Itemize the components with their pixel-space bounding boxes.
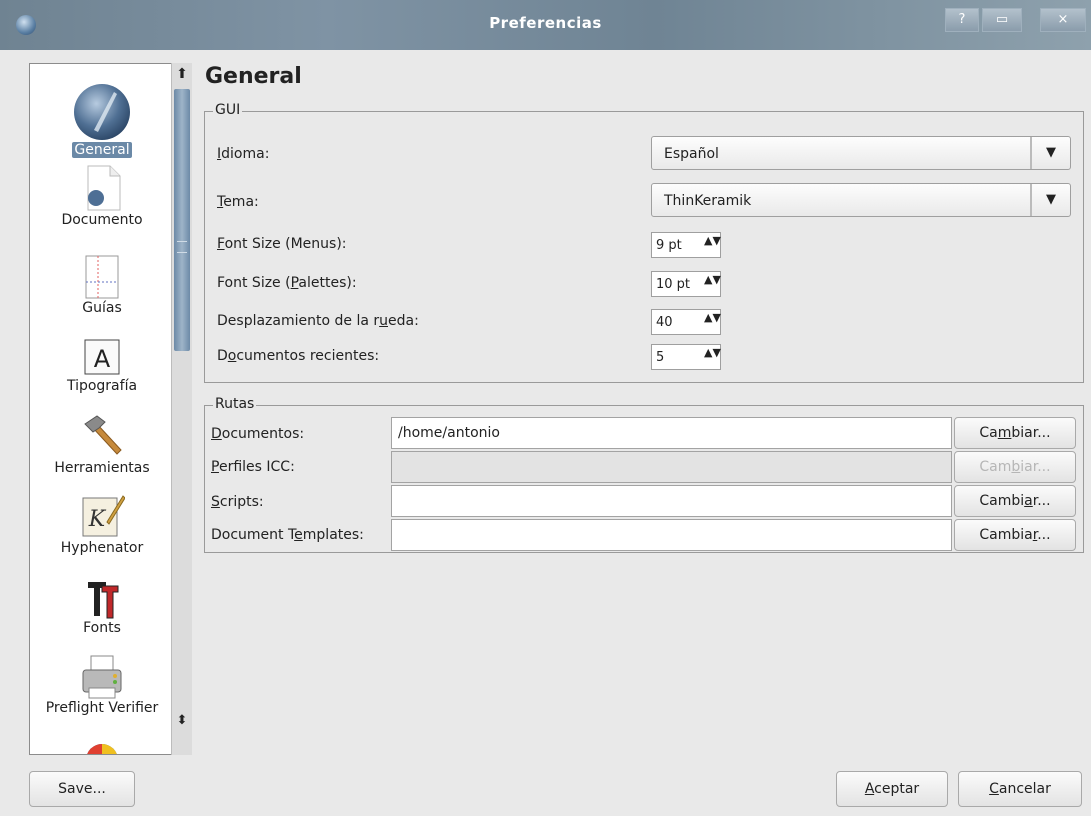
chevron-down-icon: ▼ — [1030, 184, 1070, 216]
font-menus-label: Font Size (Menus): — [217, 236, 347, 252]
document-icon — [87, 165, 121, 211]
recent-spinbox[interactable]: 5 ▲▼ — [651, 344, 721, 370]
templates-change-button[interactable]: Cambiar... — [954, 519, 1076, 551]
sidebar-item-documento[interactable]: Documento — [30, 164, 174, 228]
spin-arrows-icon[interactable]: ▲▼ — [704, 235, 721, 254]
scroll-grip — [177, 241, 187, 253]
category-sidebar: General Documento Guías A Tipografía Her… — [29, 63, 192, 755]
save-button[interactable]: Save... — [29, 771, 135, 807]
font-palettes-spinbox[interactable]: 10 pt ▲▼ — [651, 271, 721, 297]
sidebar-item-label: Guías — [82, 300, 122, 316]
guides-icon — [85, 255, 119, 299]
hyphenator-icon: K — [82, 495, 125, 537]
spin-arrows-icon[interactable]: ▲▼ — [704, 347, 721, 366]
general-icon — [74, 84, 130, 140]
sidebar-item-label: Preflight Verifier — [45, 700, 159, 716]
scripts-change-button[interactable]: Cambiar... — [954, 485, 1076, 517]
sidebar-item-preflight[interactable]: Preflight Verifier — [30, 654, 174, 716]
sidebar-scrollbar[interactable]: ⬆ ⬍ — [171, 63, 192, 755]
color-icon — [87, 744, 117, 754]
chevron-down-icon: ▼ — [1030, 137, 1070, 169]
window-title: Preferencias — [489, 14, 602, 32]
page-title: General — [205, 64, 302, 89]
sidebar-item-label: Tipografía — [66, 378, 138, 394]
tema-label: Tema: — [217, 194, 259, 210]
font-palettes-value: 10 pt — [656, 277, 691, 292]
sidebar-item-label: General — [72, 142, 132, 158]
font-palettes-label: Font Size (Palettes): — [217, 275, 357, 291]
svg-text:K: K — [88, 507, 107, 532]
tema-value: ThinKeramik — [664, 193, 752, 209]
sidebar-item-tipografia[interactable]: A Tipografía — [30, 338, 174, 394]
rutas-legend: Rutas — [213, 396, 257, 412]
sidebar-item-fonts[interactable]: Fonts — [30, 578, 174, 636]
svg-text:A: A — [94, 345, 111, 373]
idioma-value: Español — [664, 146, 719, 162]
spin-arrows-icon[interactable]: ▲▼ — [704, 312, 721, 331]
accept-button[interactable]: Aceptar — [836, 771, 948, 807]
scroll-down-button[interactable]: ⬍ — [174, 713, 190, 749]
typography-icon: A — [84, 339, 120, 375]
sidebar-item-guias[interactable]: Guías — [30, 254, 174, 316]
sidebar-item-partial[interactable] — [30, 736, 174, 754]
templates-path-label: Document Templates: — [211, 527, 364, 543]
icc-path-label: Perfiles ICC: — [211, 459, 295, 475]
printer-icon — [82, 655, 122, 699]
idioma-label: Idioma: — [217, 146, 270, 162]
wheel-spinbox[interactable]: 40 ▲▼ — [651, 309, 721, 335]
icc-path-input — [391, 451, 952, 483]
sidebar-item-general[interactable]: General — [30, 78, 174, 158]
hammer-icon — [84, 415, 122, 455]
font-menus-spinbox[interactable]: 9 pt ▲▼ — [651, 232, 721, 258]
title-bar: Preferencias ? ▭ × — [0, 0, 1091, 50]
wheel-label: Desplazamiento de la rueda: — [217, 313, 419, 329]
help-button[interactable]: ? — [945, 8, 979, 32]
sidebar-item-label: Herramientas — [54, 460, 150, 476]
recent-value: 5 — [656, 350, 665, 365]
tema-select[interactable]: ThinKeramik ▼ — [651, 183, 1071, 217]
templates-path-input[interactable] — [391, 519, 952, 551]
sidebar-item-herramientas[interactable]: Herramientas — [30, 414, 174, 476]
spin-arrows-icon[interactable]: ▲▼ — [704, 274, 721, 293]
gui-legend: GUI — [213, 102, 243, 118]
cancel-button[interactable]: Cancelar — [958, 771, 1082, 807]
close-button[interactable]: × — [1040, 8, 1086, 32]
recent-label: Documentos recientes: — [217, 348, 380, 364]
sidebar-item-hyphenator[interactable]: K Hyphenator — [30, 492, 174, 556]
fonts-icon — [88, 582, 119, 619]
sidebar-item-label: Hyphenator — [60, 540, 144, 556]
scripts-path-label: Scripts: — [211, 494, 264, 510]
sidebar-item-label: Fonts — [83, 620, 121, 636]
sidebar-item-label: Documento — [61, 212, 143, 228]
idioma-select[interactable]: Español ▼ — [651, 136, 1071, 170]
scroll-thumb[interactable] — [174, 89, 190, 351]
documentos-change-button[interactable]: Cambiar... — [954, 417, 1076, 449]
documentos-path-input[interactable]: /home/antonio — [391, 417, 952, 449]
maximize-button[interactable]: ▭ — [982, 8, 1022, 32]
icc-change-button: Cambiar... — [954, 451, 1076, 483]
rutas-group: Rutas Documentos: /home/antonio Cambiar.… — [204, 396, 1084, 553]
font-menus-value: 9 pt — [656, 238, 682, 253]
wheel-value: 40 — [656, 315, 673, 330]
scripts-path-input[interactable] — [391, 485, 952, 517]
scroll-up-button[interactable]: ⬆ — [174, 66, 190, 82]
documentos-path-label: Documentos: — [211, 426, 305, 442]
gui-group: GUI Idioma: Español ▼ Tema: ThinKeramik … — [204, 102, 1084, 383]
